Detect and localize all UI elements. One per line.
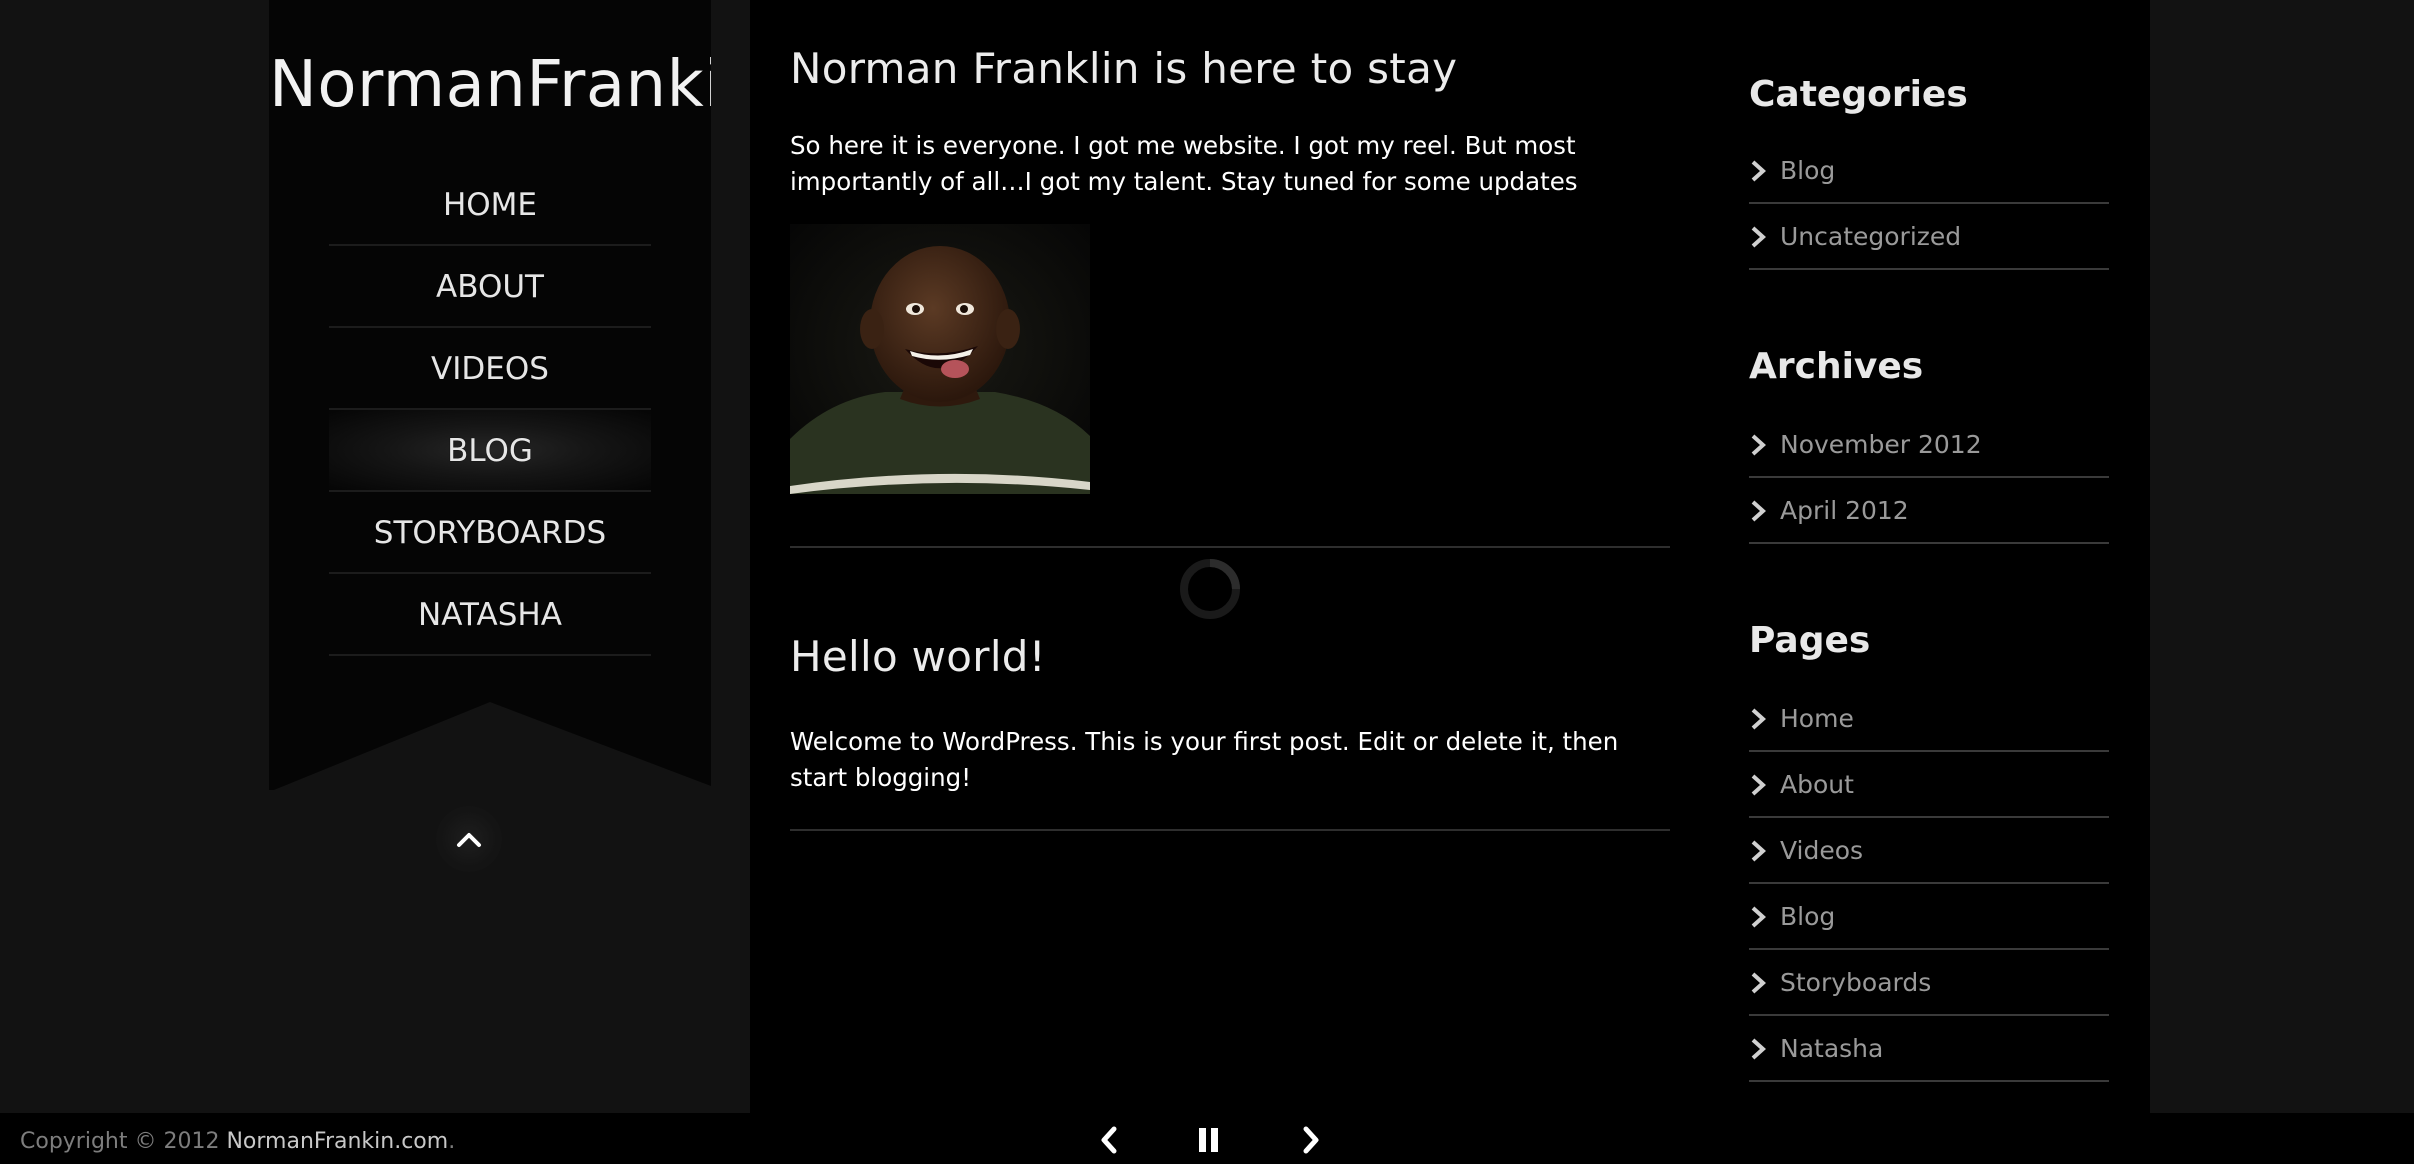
list-item[interactable]: Blog: [1749, 138, 2109, 204]
back-to-top-button[interactable]: [436, 806, 502, 872]
copyright-site-link[interactable]: NormanFrankin.com: [226, 1129, 448, 1154]
footer: Copyright © 2012 NormanFrankin.com.: [0, 1113, 2414, 1164]
post: Norman Franklin is here to stay So here …: [790, 44, 1670, 494]
post-image: [790, 224, 1090, 494]
post-title[interactable]: Hello world!: [790, 632, 1670, 724]
categories-list: Blog Uncategorized: [1749, 138, 2109, 270]
pages-list: Home About Videos Blog Storyboards Natas…: [1749, 686, 2109, 1082]
list-item[interactable]: About: [1749, 752, 2109, 818]
list-item[interactable]: Storyboards: [1749, 950, 2109, 1016]
categories-widget-title: Categories: [1749, 74, 1968, 115]
copyright-suffix: .: [448, 1129, 456, 1154]
list-item[interactable]: Natasha: [1749, 1016, 2109, 1082]
page-link[interactable]: Blog: [1780, 902, 1835, 931]
post-divider: [790, 546, 1670, 548]
nav-item-home[interactable]: HOME: [329, 164, 651, 246]
copyright-prefix: Copyright © 2012: [20, 1129, 227, 1154]
chevron-right-icon: [1751, 226, 1766, 248]
category-link[interactable]: Uncategorized: [1780, 222, 1961, 251]
chevron-right-icon: [1751, 840, 1766, 862]
page-link[interactable]: Natasha: [1780, 1034, 1883, 1063]
post-body: Welcome to WordPress. This is your first…: [790, 727, 1619, 792]
copyright: Copyright © 2012 NormanFrankin.com.: [20, 1129, 455, 1154]
chevron-right-icon: [1751, 972, 1766, 994]
post-divider: [790, 829, 1670, 831]
list-item[interactable]: Home: [1749, 686, 2109, 752]
list-item[interactable]: April 2012: [1749, 478, 2109, 544]
list-item[interactable]: Blog: [1749, 884, 2109, 950]
post-body: So here it is everyone. I got me website…: [790, 131, 1578, 196]
main-nav: HOME ABOUT VIDEOS BLOG STORYBOARDS NATAS…: [329, 164, 651, 656]
archive-link[interactable]: April 2012: [1780, 496, 1909, 525]
chevron-left-icon[interactable]: [1096, 1123, 1122, 1157]
chevron-right-icon: [1751, 708, 1766, 730]
list-item[interactable]: Videos: [1749, 818, 2109, 884]
page-link[interactable]: Home: [1780, 704, 1854, 733]
list-item[interactable]: Uncategorized: [1749, 204, 2109, 270]
nav-item-blog[interactable]: BLOG: [329, 410, 651, 492]
chevron-up-icon: [457, 833, 481, 847]
list-item[interactable]: November 2012: [1749, 412, 2109, 478]
archives-widget-title: Archives: [1749, 346, 1924, 387]
page-link[interactable]: Storyboards: [1780, 968, 1931, 997]
post-title[interactable]: Norman Franklin is here to stay: [790, 44, 1670, 128]
page-link[interactable]: About: [1780, 770, 1854, 799]
pause-icon[interactable]: [1196, 1123, 1222, 1157]
archive-link[interactable]: November 2012: [1780, 430, 1982, 459]
nav-item-videos[interactable]: VIDEOS: [329, 328, 651, 410]
sidebar: NormanFrankin HOME ABOUT VIDEOS BLOG STO…: [269, 0, 711, 790]
archives-list: November 2012 April 2012: [1749, 412, 2109, 544]
chevron-right-icon: [1751, 1038, 1766, 1060]
chevron-right-icon[interactable]: [1298, 1123, 1324, 1157]
nav-item-natasha[interactable]: NATASHA: [329, 574, 651, 656]
pages-widget-title: Pages: [1749, 620, 1871, 661]
chevron-right-icon: [1751, 434, 1766, 456]
post: Hello world! Welcome to WordPress. This …: [790, 632, 1670, 796]
page-link[interactable]: Videos: [1780, 836, 1863, 865]
nav-item-storyboards[interactable]: STORYBOARDS: [329, 492, 651, 574]
chevron-right-icon: [1751, 774, 1766, 796]
chevron-right-icon: [1751, 500, 1766, 522]
chevron-right-icon: [1751, 160, 1766, 182]
site-title[interactable]: NormanFrankin: [269, 48, 711, 122]
nav-item-about[interactable]: ABOUT: [329, 246, 651, 328]
spinner-icon: [1180, 559, 1240, 619]
category-link[interactable]: Blog: [1780, 156, 1835, 185]
chevron-right-icon: [1751, 906, 1766, 928]
